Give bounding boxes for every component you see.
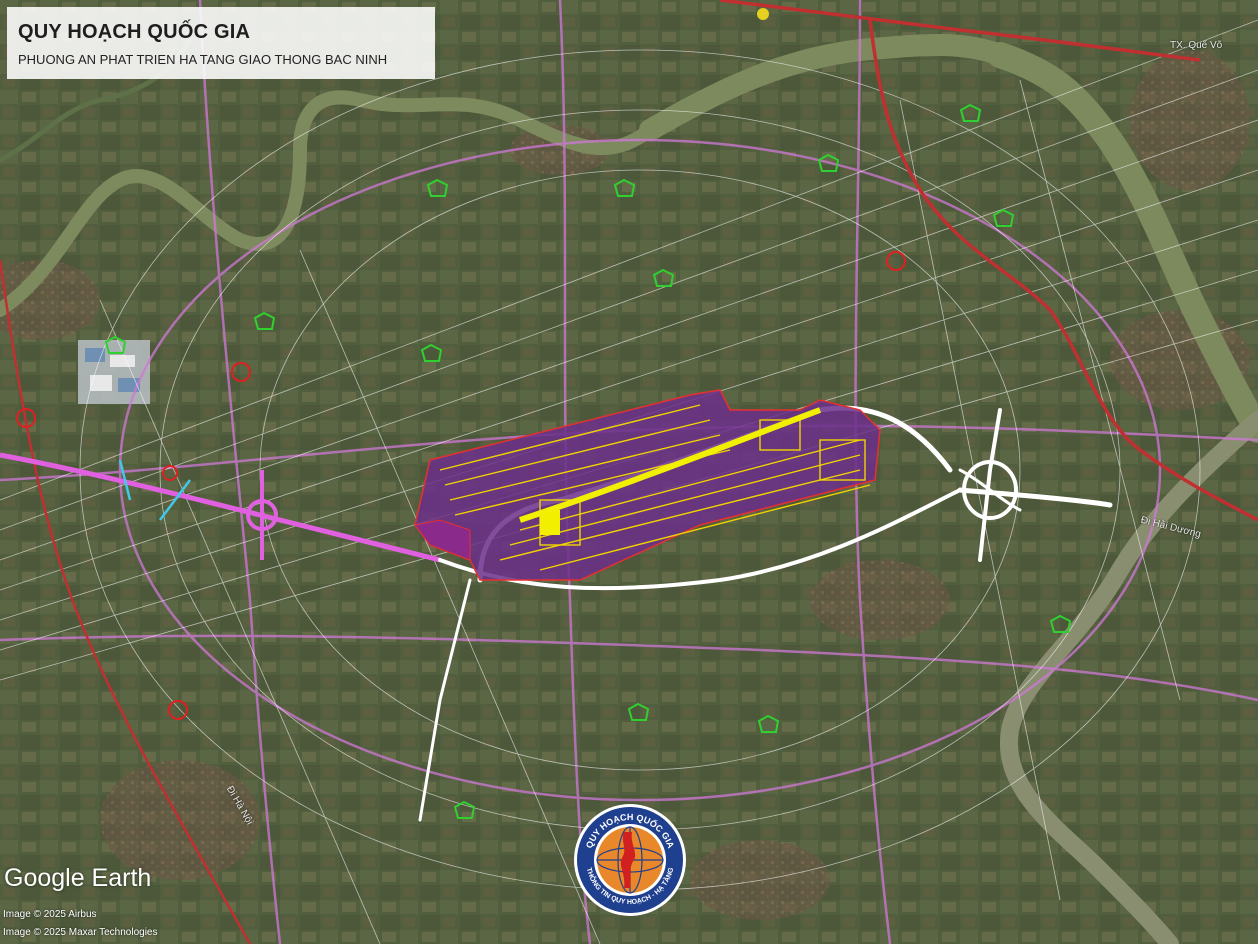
google-earth-logo: Google Earth xyxy=(4,864,152,892)
quy-hoach-emblem: QUY HOẠCH QUỐC GIA THÔNG TIN QUY HOẠCH -… xyxy=(574,804,686,916)
map-title: QUY HOẠCH QUỐC GIA xyxy=(18,21,251,43)
image-credit-1: Image © 2025 Airbus xyxy=(3,909,97,920)
map-subtitle: PHUONG AN PHAT TRIEN HA TANG GIAO THONG … xyxy=(18,52,388,67)
satellite-map[interactable]: QUY HOẠCH QUỐC GIA PHUONG AN PHAT TRIEN … xyxy=(0,0,1258,944)
title-box: QUY HOẠCH QUỐC GIA PHUONG AN PHAT TRIEN … xyxy=(7,7,435,79)
image-credit-2: Image © 2025 Maxar Technologies xyxy=(3,927,158,938)
place-label-northeast: TX. Quế Võ xyxy=(1170,40,1223,51)
yellow-marker xyxy=(757,8,769,20)
